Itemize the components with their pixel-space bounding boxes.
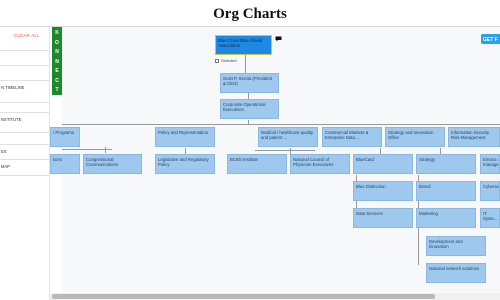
konnect-brand-bar: K O N N E C T	[52, 27, 62, 95]
brand-letter: O	[55, 39, 59, 46]
org-node[interactable]: Brand	[416, 181, 476, 201]
sidebar-item-label: NSTITUTE	[1, 117, 22, 122]
org-node[interactable]: Commercial Markets & Enterprise Data ...	[322, 127, 382, 147]
org-node[interactable]: Electro... manage...	[480, 154, 500, 174]
org-node[interactable]: National network solutions	[426, 263, 486, 283]
org-node[interactable]: tions	[50, 154, 80, 174]
org-node[interactable]: Legislative and Regulatory Policy	[155, 154, 215, 174]
sidebar-item-label: N TIMELINE	[1, 85, 25, 90]
sidebar-item	[0, 175, 50, 190]
brand-letter: C	[55, 77, 59, 84]
org-node[interactable]: Data Services	[353, 208, 413, 228]
org-node-root[interactable]: Blue Cross Blue Shield Association	[215, 35, 272, 55]
org-node[interactable]: Medical / healthcare quality and patient…	[258, 127, 318, 147]
checkbox-icon[interactable]	[215, 58, 219, 63]
selected-label: Selected	[221, 58, 237, 63]
org-node[interactable]: Marketing	[416, 208, 476, 228]
sidebar-item-timeline[interactable]: N TIMELINE	[0, 80, 50, 95]
org-node[interactable]: Strategy and Innovation Office	[385, 127, 445, 147]
filter-sidebar: CLEAR ALL N TIMELINE NSTITUTE ES MAP	[0, 27, 50, 300]
connector-line	[105, 147, 106, 153]
brand-letter: N	[55, 49, 59, 55]
org-node[interactable]: National Council of Physician Executives	[290, 154, 350, 174]
org-node[interactable]: BlueCard	[353, 154, 413, 174]
org-node[interactable]: Development and innovation	[426, 236, 486, 256]
page-title: Org Charts	[213, 6, 287, 22]
brand-letter: K	[55, 30, 59, 36]
connector-line	[245, 54, 246, 74]
speech-bubble-icon[interactable]	[275, 36, 282, 42]
org-node[interactable]: Cyberse...	[480, 181, 500, 201]
connector-line	[62, 124, 500, 125]
org-node[interactable]: Information Security Risk Management	[448, 127, 500, 147]
brand-letter: T	[55, 87, 59, 93]
get-button[interactable]: GET F	[481, 34, 500, 44]
org-node[interactable]: BCBS Institute	[227, 154, 287, 174]
scrollbar-thumb[interactable]	[52, 294, 435, 299]
sidebar-item-label: MAP	[1, 164, 11, 169]
org-node[interactable]: IT Syste...	[480, 208, 500, 228]
sidebar-item[interactable]: ES	[0, 144, 50, 159]
org-node[interactable]: / Programs	[50, 127, 80, 147]
sidebar-item[interactable]	[0, 50, 50, 65]
sidebar-item[interactable]	[0, 65, 50, 80]
brand-letter: E	[55, 68, 59, 74]
clear-all-link[interactable]: CLEAR ALL	[14, 33, 40, 38]
sidebar-item-map[interactable]: MAP	[0, 159, 50, 174]
org-node[interactable]: Strategy	[416, 154, 476, 174]
org-node[interactable]: Policy and Representation	[155, 127, 215, 147]
sidebar-item-label: ES	[1, 149, 7, 154]
org-node[interactable]: Blue Distinction	[353, 181, 413, 201]
sidebar-item-institute[interactable]: NSTITUTE	[0, 112, 50, 127]
connector-line	[255, 150, 315, 151]
org-node[interactable]: Congressional Communications	[83, 154, 142, 174]
org-node-ceo[interactable]: Scott P. Serota (President & CEO)	[220, 73, 279, 93]
selected-toggle[interactable]: Selected	[215, 58, 237, 63]
brand-letter: N	[55, 58, 59, 65]
org-node-executives[interactable]: Corporate Operational Executives	[220, 99, 279, 119]
title-bar: Org Charts	[0, 0, 500, 27]
